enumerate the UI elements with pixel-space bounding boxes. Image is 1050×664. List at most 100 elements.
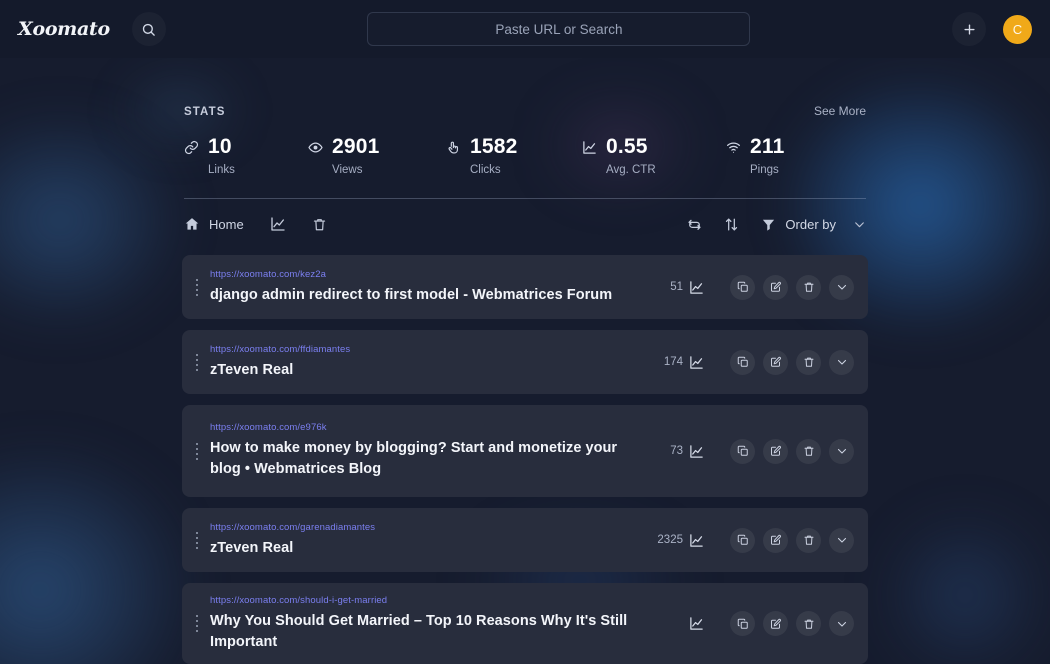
link-title[interactable]: zTeven Real: [210, 538, 645, 559]
drag-handle[interactable]: [188, 615, 206, 633]
table-row[interactable]: https://xoomato.com/ffdiamantes zTeven R…: [182, 330, 868, 395]
chart-icon[interactable]: [689, 355, 704, 370]
stat-links: 10 Links: [184, 135, 308, 177]
toolbar-home-label: Home: [209, 216, 244, 232]
see-more-link[interactable]: See More: [814, 104, 866, 118]
toolbar-analytics-button[interactable]: [270, 216, 286, 232]
link-card-body: https://xoomato.com/ffdiamantes zTeven R…: [210, 344, 664, 381]
app-logo[interactable]: Xoomato: [14, 18, 110, 40]
copy-icon[interactable]: [730, 349, 755, 375]
stat-value: 1582: [470, 135, 518, 158]
trash-icon[interactable]: [796, 274, 821, 300]
chevron-down-icon[interactable]: [829, 527, 854, 553]
copy-icon[interactable]: [730, 438, 755, 464]
link-url[interactable]: https://xoomato.com/should-i-get-married: [210, 595, 671, 606]
edit-icon[interactable]: [763, 274, 788, 300]
chart-icon[interactable]: [689, 280, 704, 295]
link-card-actions: 73: [670, 438, 854, 464]
order-by-control[interactable]: Order by: [761, 217, 866, 232]
chevron-down-icon[interactable]: [829, 349, 854, 375]
table-row[interactable]: https://xoomato.com/should-i-get-married…: [182, 583, 868, 664]
table-row[interactable]: https://xoomato.com/garenadiamantes zTev…: [182, 508, 868, 573]
link-card-body: https://xoomato.com/should-i-get-married…: [210, 595, 683, 652]
chart-icon[interactable]: [689, 616, 704, 631]
chart-icon[interactable]: [689, 444, 704, 459]
search-input[interactable]: [367, 12, 751, 46]
trash-icon: [312, 217, 327, 232]
link-title[interactable]: Why You Should Get Married – Top 10 Reas…: [210, 611, 671, 652]
home-icon: [184, 216, 200, 232]
trash-icon[interactable]: [796, 349, 821, 375]
toolbar-trash-button[interactable]: [312, 217, 327, 232]
stats-row: 10 Links 2901 Views 1582 Clicks 0.55 Avg…: [182, 135, 868, 177]
stat-avg-ctr: 0.55 Avg. CTR: [582, 135, 726, 177]
edit-icon[interactable]: [763, 438, 788, 464]
stat-views: 2901 Views: [308, 135, 446, 176]
stat-label: Clicks: [470, 164, 501, 177]
link-card-actions: 2325: [657, 527, 854, 553]
trash-icon[interactable]: [796, 527, 821, 553]
toolbar-home-button[interactable]: Home: [184, 216, 244, 232]
chevron-down-icon[interactable]: [853, 218, 866, 231]
click-icon: [446, 140, 461, 155]
toolbar-sort-button[interactable]: [724, 217, 739, 232]
links-list: https://xoomato.com/kez2a django admin r…: [182, 255, 868, 664]
chart-icon[interactable]: [689, 533, 704, 548]
edit-icon[interactable]: [763, 349, 788, 375]
drag-handle[interactable]: [188, 353, 206, 371]
link-card-actions: [683, 611, 854, 637]
link-card-body: https://xoomato.com/kez2a django admin r…: [210, 269, 670, 306]
copy-icon[interactable]: [730, 611, 755, 637]
copy-icon[interactable]: [730, 527, 755, 553]
main-content: STATS See More 10 Links 2901 Views 1582 …: [182, 58, 868, 664]
trash-icon[interactable]: [796, 611, 821, 637]
chevron-down-icon[interactable]: [829, 274, 854, 300]
search-icon: [141, 22, 156, 37]
stat-label: Avg. CTR: [606, 164, 656, 177]
avatar[interactable]: C: [1003, 14, 1032, 44]
refresh-icon: [687, 217, 702, 232]
list-toolbar: Home Order by: [182, 199, 868, 249]
link-title[interactable]: django admin redirect to first model - W…: [210, 285, 658, 306]
link-title[interactable]: How to make money by blogging? Start and…: [210, 438, 650, 479]
stat-clicks: 1582 Clicks: [446, 135, 582, 177]
stat-value: 10: [208, 135, 232, 158]
plus-icon: [962, 22, 977, 37]
stat-label: Links: [208, 164, 235, 177]
add-link-button[interactable]: [952, 12, 986, 46]
chart-icon: [270, 216, 286, 232]
stat-value: 0.55: [606, 135, 648, 158]
link-click-count: 2325: [657, 534, 683, 547]
stat-label: Pings: [750, 164, 779, 177]
link-card-body: https://xoomato.com/e976k How to make mo…: [210, 422, 670, 479]
link-url[interactable]: https://xoomato.com/kez2a: [210, 269, 658, 280]
link-click-count: 73: [670, 445, 683, 458]
link-url[interactable]: https://xoomato.com/ffdiamantes: [210, 344, 652, 355]
stat-pings: 211 Pings: [726, 135, 785, 177]
top-navigation-bar: Xoomato C: [0, 0, 1050, 58]
drag-handle[interactable]: [188, 442, 206, 460]
toolbar-refresh-button[interactable]: [687, 217, 702, 232]
chevron-down-icon[interactable]: [829, 611, 854, 637]
copy-icon[interactable]: [730, 274, 755, 300]
stat-value: 211: [750, 135, 785, 158]
search-icon-button[interactable]: [132, 12, 166, 46]
link-click-count: 51: [670, 281, 683, 294]
order-by-label: Order by: [785, 216, 836, 232]
sort-icon: [724, 217, 739, 232]
link-title[interactable]: zTeven Real: [210, 360, 652, 381]
toolbar-right-group: Order by: [687, 217, 866, 232]
trash-icon[interactable]: [796, 438, 821, 464]
drag-handle[interactable]: [188, 531, 206, 549]
table-row[interactable]: https://xoomato.com/kez2a django admin r…: [182, 255, 868, 320]
drag-handle[interactable]: [188, 278, 206, 296]
link-url[interactable]: https://xoomato.com/garenadiamantes: [210, 522, 645, 533]
stat-value: 2901: [332, 135, 380, 158]
edit-icon[interactable]: [763, 527, 788, 553]
funnel-icon: [761, 217, 776, 232]
chevron-down-icon[interactable]: [829, 438, 854, 464]
app-root: Xoomato C STATS: [0, 0, 1050, 664]
table-row[interactable]: https://xoomato.com/e976k How to make mo…: [182, 405, 868, 498]
edit-icon[interactable]: [763, 611, 788, 637]
link-url[interactable]: https://xoomato.com/e976k: [210, 422, 658, 433]
